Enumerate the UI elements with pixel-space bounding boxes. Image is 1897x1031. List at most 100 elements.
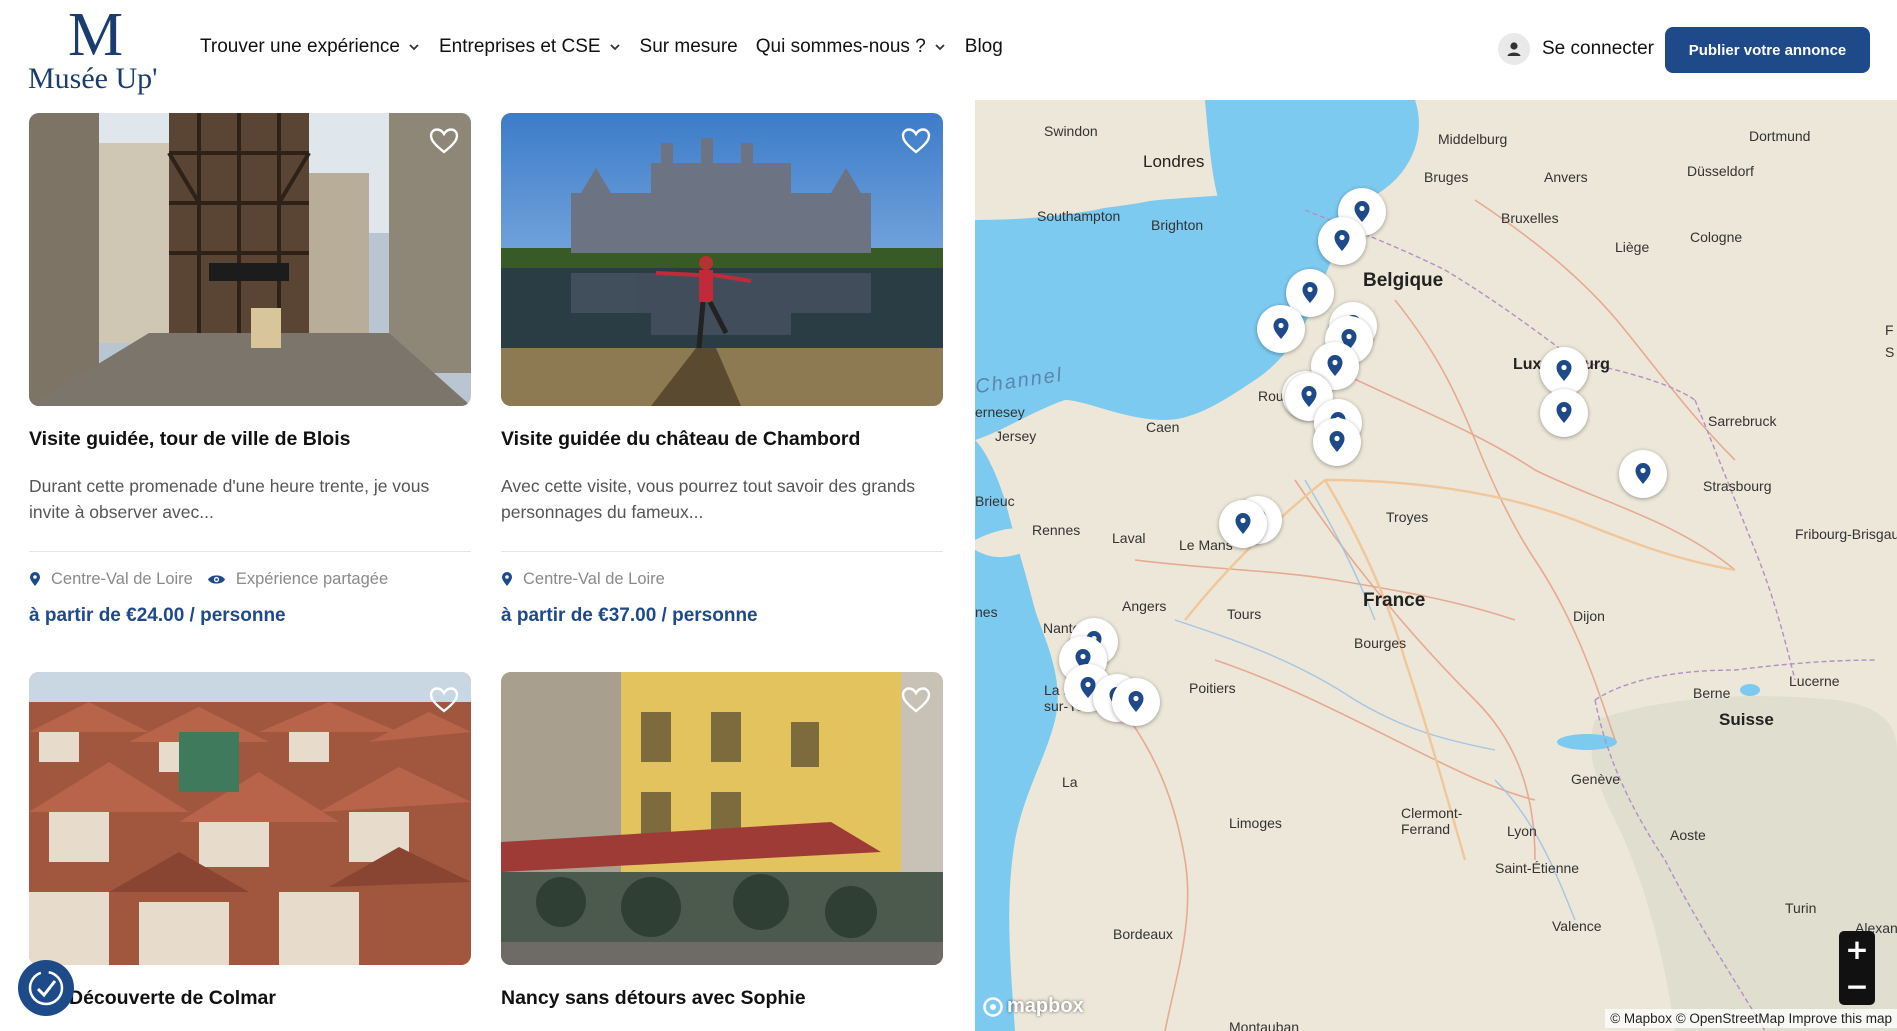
city-label: Laval xyxy=(1112,530,1146,546)
nancy-street-photo xyxy=(501,672,943,965)
nav-custom[interactable]: Sur mesure xyxy=(640,36,738,58)
experience-card[interactable]: Nancy sans détours avec Sophie xyxy=(501,672,943,1010)
city-label: Troyes xyxy=(1386,509,1429,525)
city-label: Genève xyxy=(1571,771,1621,787)
city-label: Anvers xyxy=(1544,169,1588,185)
location-pin-icon xyxy=(1301,386,1317,407)
city-label: Angers xyxy=(1122,598,1167,614)
chevron-down-icon xyxy=(409,44,419,51)
card-price: à partir de €24.00 / personne xyxy=(29,605,286,626)
city-label: nes xyxy=(975,604,998,620)
logo-text: Musée Up' xyxy=(28,62,158,95)
nav-about[interactable]: Qui sommes-nous ? xyxy=(756,36,947,58)
region-tag: Centre-Val de Loire xyxy=(501,570,665,589)
city-label: Dortmund xyxy=(1749,128,1811,144)
mapbox-logo-text: mapbox xyxy=(1007,995,1084,1017)
city-label: La xyxy=(1062,774,1078,790)
city-label: Berne xyxy=(1693,685,1731,701)
location-pin-icon xyxy=(1329,431,1345,452)
region-label: Centre-Val de Loire xyxy=(51,570,193,588)
card-meta: Centre-Val de Loire xyxy=(501,570,943,589)
zoom-in-button[interactable]: + xyxy=(1839,931,1875,968)
map-base-layer xyxy=(975,100,1897,1031)
login-label: Se connecter xyxy=(1542,38,1654,59)
shared-label: Expérience partagée xyxy=(235,570,389,588)
city-label: Londres xyxy=(1143,152,1205,171)
card-title[interactable]: Nancy sans détours avec Sophie xyxy=(501,987,943,1010)
city-label: Middelburg xyxy=(1438,131,1508,147)
location-pin-icon xyxy=(1334,230,1350,251)
card-image[interactable] xyxy=(29,672,471,965)
nav-label: Sur mesure xyxy=(639,36,738,57)
mapbox-logo[interactable]: mapbox xyxy=(983,995,1084,1018)
city-label: S xyxy=(1885,344,1895,360)
city-label: ernesey xyxy=(975,404,1025,420)
favorite-heart-icon[interactable] xyxy=(901,127,931,155)
card-image[interactable] xyxy=(501,113,943,406)
map-marker[interactable] xyxy=(1540,389,1588,437)
card-price: à partir de €37.00 / personne xyxy=(501,605,758,626)
location-pin-icon xyxy=(1273,318,1289,339)
map-marker[interactable] xyxy=(1313,418,1361,466)
country-label: France xyxy=(1363,590,1426,611)
card-title[interactable]: Visite guidée, tour de ville de Blois xyxy=(29,428,471,451)
location-pin-icon xyxy=(1235,513,1251,534)
city-label: Turin xyxy=(1785,900,1817,916)
location-pin-icon xyxy=(1635,463,1651,484)
city-label: Jersey xyxy=(995,428,1037,444)
map-marker[interactable] xyxy=(1619,450,1667,498)
logo[interactable]: M Musée Up' xyxy=(28,4,168,96)
map-marker[interactable] xyxy=(1112,678,1160,726)
chevron-down-icon xyxy=(935,44,945,51)
nav-label: Qui sommes-nous ? xyxy=(755,36,926,57)
city-label: Lyon xyxy=(1507,823,1537,839)
nav-companies[interactable]: Entreprises et CSE xyxy=(439,36,622,58)
chambord-castle-photo xyxy=(501,113,943,406)
accessibility-button[interactable] xyxy=(18,960,74,1016)
nav-label: Blog xyxy=(964,36,1003,57)
experience-list: Visite guidée, tour de ville de Blois Du… xyxy=(29,113,944,1031)
nav-find-experience[interactable]: Trouver une expérience xyxy=(200,36,421,58)
city-label: Bourges xyxy=(1354,635,1407,651)
favorite-heart-icon[interactable] xyxy=(429,686,459,714)
zoom-out-button[interactable]: − xyxy=(1839,968,1875,1005)
shared-tag: Expérience partagée xyxy=(207,570,388,589)
city-label: Brieuc xyxy=(975,493,1015,509)
experience-card[interactable]: Visite guidée, tour de ville de Blois Du… xyxy=(29,113,471,627)
experience-card[interactable]: Visite guidée du château de Chambord Ave… xyxy=(501,113,943,627)
card-title[interactable]: Visite guidée du château de Chambord xyxy=(501,428,943,451)
city-label: Swindon xyxy=(1044,123,1098,139)
experience-card[interactable]: Découverte de Colmar xyxy=(29,672,471,1010)
region-label: Centre-Val de Loire xyxy=(523,570,665,588)
publish-listing-button[interactable]: Publier votre annonce xyxy=(1665,27,1870,73)
location-pin-icon xyxy=(30,572,40,586)
location-pin-icon xyxy=(1327,355,1343,376)
city-label: Montauban xyxy=(1229,1019,1300,1031)
country-label: Suisse xyxy=(1719,710,1774,729)
card-description: Avec cette visite, vous pourrez tout sav… xyxy=(501,476,916,522)
map-marker[interactable] xyxy=(1219,500,1267,548)
login-link[interactable]: Se connecter xyxy=(1498,33,1654,65)
eye-icon xyxy=(207,575,225,584)
experience-map[interactable]: Channel Belgique France Luxembourg Suiss… xyxy=(975,100,1897,1031)
city-label: Brighton xyxy=(1151,217,1204,233)
divider xyxy=(501,551,943,552)
map-attribution[interactable]: © Mapbox © OpenStreetMap Improve this ma… xyxy=(1605,1009,1897,1028)
card-image[interactable] xyxy=(29,113,471,406)
colmar-rooftops-photo xyxy=(29,672,471,965)
city-label: Aoste xyxy=(1670,827,1706,843)
card-image[interactable] xyxy=(501,672,943,965)
user-icon xyxy=(1498,33,1530,65)
card-title[interactable]: Découverte de Colmar xyxy=(29,987,471,1010)
zoom-controls: + − xyxy=(1839,931,1875,1005)
country-label: Belgique xyxy=(1363,270,1444,291)
location-pin-icon xyxy=(1354,201,1370,222)
map-marker[interactable] xyxy=(1318,217,1366,265)
favorite-heart-icon[interactable] xyxy=(901,686,931,714)
favorite-heart-icon[interactable] xyxy=(429,127,459,155)
map-marker[interactable] xyxy=(1257,305,1305,353)
location-pin-icon xyxy=(1302,282,1318,303)
nav-blog[interactable]: Blog xyxy=(965,36,1003,58)
city-label: Poitiers xyxy=(1189,680,1236,696)
map-marker[interactable] xyxy=(1540,347,1588,395)
